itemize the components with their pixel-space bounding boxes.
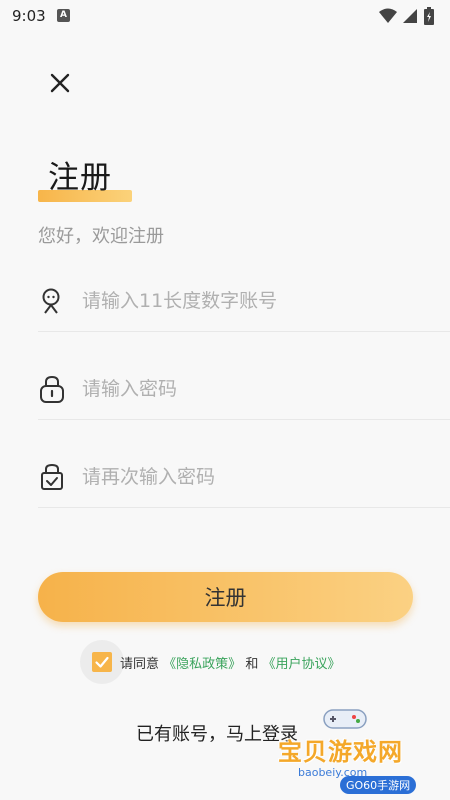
status-icons [378,7,438,25]
wifi-icon [379,8,397,23]
watermark-logo: GO60手游网 [340,776,417,794]
privacy-policy-link[interactable]: 《隐私政策》 [163,657,241,672]
page-title-block: 注册 [38,152,134,206]
register-screen: 9:03 A 注册 您好，欢迎注册 请输入11长度数字账号 注册 请同意 《隐私… [0,0,450,800]
page-title: 注册 [48,160,112,196]
confirm-password-field [38,448,450,508]
user-agreement-link[interactable]: 《用户协议》 [262,657,340,672]
user-icon [38,286,66,316]
close-icon [50,73,70,93]
status-time: 9:03 [12,7,46,25]
lock-check-icon [38,462,66,492]
password-input[interactable] [82,372,442,406]
page-subtitle: 您好，欢迎注册 [38,226,164,247]
agreement-row: 请同意 《隐私政策》 和 《用户协议》 [80,640,380,684]
lock-icon [38,374,66,404]
confirm-password-input[interactable] [82,460,442,494]
check-icon [95,656,109,668]
watermark-title: 宝贝游戏网 [278,738,403,766]
agreement-text: 请同意 《隐私政策》 和 《用户协议》 [120,653,340,672]
register-button[interactable]: 注册 [38,572,413,622]
status-bar: 9:03 A [0,0,450,32]
close-button[interactable] [42,65,78,101]
agreement-prefix: 请同意 [120,657,160,672]
password-field [38,360,450,420]
agreement-checkbox[interactable] [92,652,112,672]
battery-icon [424,7,434,25]
signal-icon [403,9,417,23]
watermark: 宝贝游戏网 baobeiy.com GO60手游网 [276,702,450,800]
gamepad-icon [323,709,367,729]
login-link[interactable]: 已有账号，马上登录 [136,720,298,746]
agreement-and: 和 [245,657,259,672]
notification-app-icon: A [57,9,70,22]
account-input[interactable] [82,284,442,318]
account-field [38,272,450,332]
